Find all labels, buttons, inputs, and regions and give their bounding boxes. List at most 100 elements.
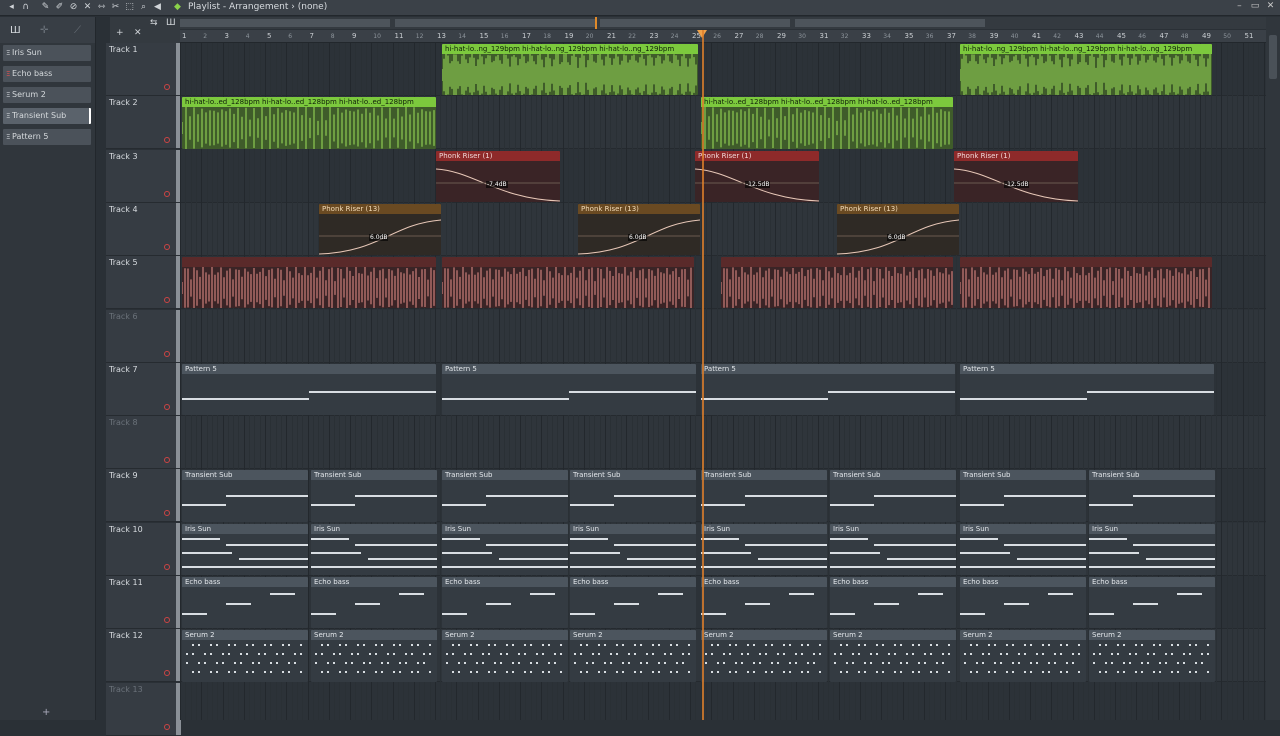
picker-item-echo-bass[interactable]: Ξ Echo bass bbox=[3, 66, 91, 82]
track-lane[interactable] bbox=[180, 416, 1266, 470]
pattern-clip-iris-sun[interactable]: Iris Sun bbox=[960, 523, 1086, 575]
pattern-clip-pattern-5[interactable]: Pattern 5 bbox=[960, 363, 1214, 416]
snap-icon[interactable]: ⇆ bbox=[150, 18, 158, 28]
automation-clip-phonk-riser[interactable]: Phonk Riser (1) -7.4dB bbox=[436, 150, 560, 202]
mute-icon[interactable]: ✕ bbox=[82, 2, 93, 13]
patterns-icon[interactable]: Ш bbox=[10, 25, 21, 36]
automation-clip-phonk-riser[interactable]: Phonk Riser (1) -12.5dB bbox=[695, 150, 819, 202]
track-header[interactable]: Track 3 bbox=[106, 149, 181, 203]
automation-clip-phonk-riser-13[interactable]: Phonk Riser (13) 6.0dB bbox=[837, 203, 959, 256]
edit-icon[interactable]: ⟋ bbox=[74, 25, 81, 36]
picker-item-iris-sun[interactable]: Ξ Iris Sun bbox=[3, 45, 91, 61]
slice-icon[interactable]: ✂ bbox=[110, 2, 121, 13]
pattern-clip-echo-bass[interactable]: Echo bass bbox=[182, 577, 308, 629]
pattern-clip-transient-sub[interactable]: Transient Sub bbox=[442, 470, 568, 522]
pattern-clip-serum-2[interactable]: Serum 2 bbox=[311, 630, 437, 682]
track-header[interactable]: Track 7 bbox=[106, 362, 181, 416]
track-header[interactable]: Track 9 bbox=[106, 469, 181, 523]
pattern-clip-transient-sub[interactable]: Transient Sub bbox=[1089, 470, 1215, 522]
playlist-grid[interactable]: hi-hat-lo..ng_129bpm hi-hat-lo..ng_129bp… bbox=[180, 43, 1266, 720]
track-header[interactable]: Track 13 bbox=[106, 682, 181, 736]
pattern-clip-echo-bass[interactable]: Echo bass bbox=[570, 577, 696, 629]
audio-clip[interactable] bbox=[960, 257, 1212, 309]
audio-clip[interactable] bbox=[721, 257, 953, 309]
track-mute-icon[interactable] bbox=[164, 84, 170, 90]
select-icon[interactable]: ⬚ bbox=[124, 2, 135, 13]
pattern-clip-pattern-5[interactable]: Pattern 5 bbox=[182, 363, 436, 416]
track-mute-icon[interactable] bbox=[164, 723, 170, 730]
pattern-clip-serum-2[interactable]: Serum 2 bbox=[570, 630, 696, 682]
pattern-clip-transient-sub[interactable]: Transient Sub bbox=[701, 470, 827, 522]
pattern-clip-transient-sub[interactable]: Transient Sub bbox=[311, 470, 437, 522]
track-lane[interactable] bbox=[180, 309, 1266, 363]
track-header[interactable]: Track 1 bbox=[106, 43, 181, 96]
playhead[interactable] bbox=[702, 30, 704, 720]
pattern-clip-iris-sun[interactable]: Iris Sun bbox=[830, 523, 956, 575]
track-lane[interactable] bbox=[180, 683, 1266, 720]
track-header[interactable]: Track 11 bbox=[106, 576, 181, 629]
automation-clip-phonk-riser-13[interactable]: Phonk Riser (13) 6.0dB bbox=[319, 203, 441, 256]
pattern-clip-transient-sub[interactable]: Transient Sub bbox=[182, 470, 308, 522]
zoom-icon[interactable]: ⌕ bbox=[138, 2, 149, 13]
pattern-clip-iris-sun[interactable]: Iris Sun bbox=[701, 523, 827, 575]
track-mute-icon[interactable] bbox=[164, 350, 170, 357]
close-icon[interactable]: ✕ bbox=[1265, 1, 1276, 11]
arrangement-arrow-icon[interactable]: ◆ bbox=[174, 2, 181, 12]
audio-clip-hihat[interactable]: hi-hat-lo..ng_129bpm hi-hat-lo..ng_129bp… bbox=[442, 44, 698, 96]
track-mute-icon[interactable] bbox=[164, 457, 170, 464]
pattern-clip-echo-bass[interactable]: Echo bass bbox=[830, 577, 956, 629]
pattern-clip-serum-2[interactable]: Serum 2 bbox=[830, 630, 956, 682]
pattern-clip-iris-sun[interactable]: Iris Sun bbox=[1089, 523, 1215, 575]
picker-item-pattern-5[interactable]: Ξ Pattern 5 bbox=[3, 129, 91, 145]
playlist-menu-icon[interactable]: Ш bbox=[166, 18, 176, 28]
slip-icon[interactable]: ⇿ bbox=[96, 2, 107, 13]
pattern-clip-transient-sub[interactable]: Transient Sub bbox=[960, 470, 1086, 522]
move-icon[interactable]: ✛ bbox=[40, 25, 48, 36]
pattern-clip-serum-2[interactable]: Serum 2 bbox=[442, 630, 568, 682]
pattern-clip-pattern-5[interactable]: Pattern 5 bbox=[701, 363, 955, 416]
timeline-ruler[interactable]: 1 2 3 4 5 6 7 8 9 10 11 12 13 14 15 16 17 18 19 20 21 22 23 24 2… bbox=[180, 30, 1273, 43]
close-tracks-icon[interactable]: ✕ bbox=[134, 28, 142, 38]
track-mute-icon[interactable] bbox=[164, 297, 170, 304]
pattern-clip-serum-2[interactable]: Serum 2 bbox=[960, 630, 1086, 682]
arrangement-overview[interactable] bbox=[180, 17, 1266, 29]
pattern-clip-serum-2[interactable]: Serum 2 bbox=[701, 630, 827, 682]
menu-icon[interactable]: ◂ bbox=[6, 2, 17, 13]
pattern-clip-pattern-5[interactable]: Pattern 5 bbox=[442, 363, 696, 416]
pattern-clip-echo-bass[interactable]: Echo bass bbox=[1089, 577, 1215, 629]
pattern-clip-iris-sun[interactable]: Iris Sun bbox=[442, 523, 568, 575]
add-track-icon[interactable]: + bbox=[116, 28, 124, 38]
track-header[interactable]: Track 12 bbox=[106, 629, 181, 683]
minimize-icon[interactable]: – bbox=[1234, 1, 1245, 11]
track-header[interactable]: Track 5 bbox=[106, 256, 181, 310]
track-header[interactable]: Track 4 bbox=[106, 202, 181, 256]
pattern-clip-echo-bass[interactable]: Echo bass bbox=[701, 577, 827, 629]
track-header[interactable]: Track 6 bbox=[106, 309, 181, 363]
track-mute-icon[interactable] bbox=[164, 670, 170, 677]
audio-clip[interactable] bbox=[182, 257, 436, 309]
picker-item-serum-2[interactable]: Ξ Serum 2 bbox=[3, 87, 91, 103]
pattern-clip-echo-bass[interactable]: Echo bass bbox=[311, 577, 437, 629]
pattern-clip-iris-sun[interactable]: Iris Sun bbox=[182, 523, 308, 575]
delete-icon[interactable]: ⊘ bbox=[68, 2, 79, 13]
track-mute-icon[interactable] bbox=[164, 137, 170, 144]
add-icon[interactable]: + bbox=[42, 707, 50, 718]
track-header[interactable]: Track 8 bbox=[106, 416, 181, 470]
brush-icon[interactable]: ✐ bbox=[54, 2, 65, 13]
track-mute-icon[interactable] bbox=[164, 403, 170, 410]
audio-clip-hihat[interactable]: hi-hat-lo..ed_128bpm hi-hat-lo..ed_128bp… bbox=[182, 97, 436, 149]
pattern-clip-transient-sub[interactable]: Transient Sub bbox=[830, 470, 956, 522]
automation-clip-phonk-riser-13[interactable]: Phonk Riser (13) 6.0dB bbox=[578, 203, 700, 256]
track-header[interactable]: Track 2 bbox=[106, 96, 181, 150]
track-mute-icon[interactable] bbox=[164, 563, 170, 570]
vertical-scrollbar[interactable] bbox=[1266, 17, 1280, 720]
audio-clip[interactable] bbox=[442, 257, 694, 309]
pattern-clip-echo-bass[interactable]: Echo bass bbox=[960, 577, 1086, 629]
pattern-clip-iris-sun[interactable]: Iris Sun bbox=[570, 523, 696, 575]
pattern-clip-serum-2[interactable]: Serum 2 bbox=[182, 630, 308, 682]
magnet-icon[interactable]: ∩ bbox=[20, 2, 31, 13]
track-mute-icon[interactable] bbox=[164, 510, 170, 517]
audio-clip-hihat[interactable]: hi-hat-lo..ng_129bpm hi-hat-lo..ng_129bp… bbox=[960, 44, 1212, 96]
pencil-icon[interactable]: ✎ bbox=[40, 2, 51, 13]
track-mute-icon[interactable] bbox=[164, 243, 170, 250]
